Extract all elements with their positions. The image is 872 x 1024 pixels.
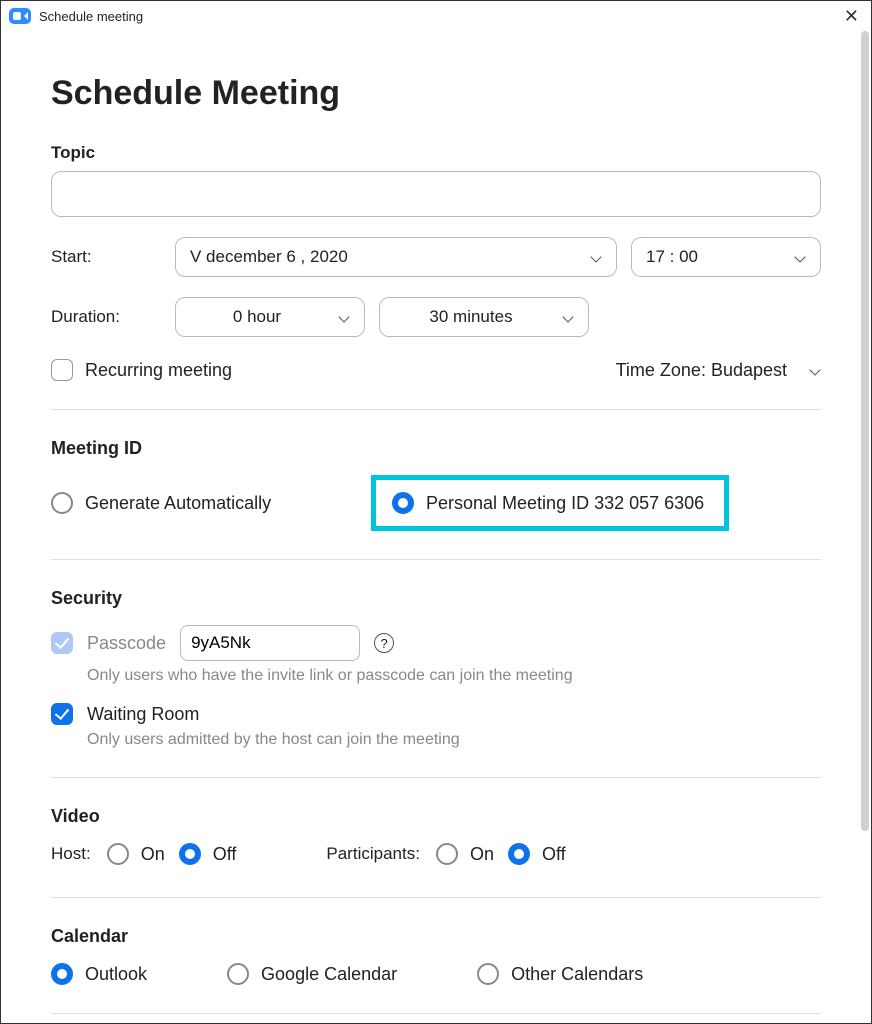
waiting-room-label: Waiting Room: [87, 704, 199, 725]
recurring-label: Recurring meeting: [85, 360, 232, 381]
recurring-meeting-checkbox[interactable]: Recurring meeting: [51, 359, 232, 381]
start-date-value: V december 6 , 2020: [190, 247, 348, 267]
duration-label: Duration:: [51, 307, 161, 327]
duration-minutes-value: 30 minutes: [394, 307, 548, 327]
generate-automatically-radio[interactable]: Generate Automatically: [51, 492, 351, 514]
page-title: Schedule Meeting: [51, 74, 821, 113]
start-date-select[interactable]: V december 6 , 2020: [175, 237, 617, 277]
personal-meeting-id-label: Personal Meeting ID 332 057 6306: [426, 493, 704, 514]
passcode-label: Passcode: [87, 633, 166, 654]
chevron-down-icon: [562, 311, 574, 323]
radio-selected-icon: [392, 492, 414, 514]
other-calendars-label: Other Calendars: [511, 964, 643, 985]
radio-unselected-icon: [436, 843, 458, 865]
generate-automatically-label: Generate Automatically: [85, 493, 271, 514]
calendar-heading: Calendar: [51, 926, 821, 947]
radio-selected-icon: [51, 963, 73, 985]
calendar-outlook-radio[interactable]: Outlook: [51, 963, 147, 985]
divider: [51, 777, 821, 778]
chevron-down-icon: [590, 251, 602, 263]
radio-selected-icon: [508, 843, 530, 865]
divider: [51, 559, 821, 560]
zoom-icon: [9, 8, 31, 24]
scrollbar[interactable]: [861, 31, 869, 831]
passcode-checkbox[interactable]: [51, 632, 73, 654]
divider: [51, 409, 821, 410]
chevron-down-icon: [794, 251, 806, 263]
radio-unselected-icon: [51, 492, 73, 514]
waiting-room-checkbox[interactable]: [51, 703, 73, 725]
meeting-id-heading: Meeting ID: [51, 438, 821, 459]
help-icon[interactable]: ?: [374, 633, 394, 653]
waiting-room-hint: Only users admitted by the host can join…: [87, 731, 821, 749]
google-calendar-label: Google Calendar: [261, 964, 397, 985]
personal-meeting-id-radio[interactable]: Personal Meeting ID 332 057 6306: [392, 492, 704, 514]
radio-unselected-icon: [477, 963, 499, 985]
calendar-other-radio[interactable]: Other Calendars: [477, 963, 643, 985]
personal-meeting-id-highlight: Personal Meeting ID 332 057 6306: [371, 475, 729, 531]
on-label: On: [470, 844, 494, 865]
timezone-select[interactable]: Time Zone: Budapest: [616, 360, 821, 381]
schedule-meeting-window: Schedule meeting ✕ Schedule Meeting Topi…: [0, 0, 872, 1024]
off-label: Off: [542, 844, 566, 865]
checkbox-unchecked-icon: [51, 359, 73, 381]
start-label: Start:: [51, 247, 161, 267]
participants-video-off-radio[interactable]: Off: [508, 843, 566, 865]
radio-unselected-icon: [107, 843, 129, 865]
host-video-label: Host:: [51, 844, 91, 864]
timezone-label: Time Zone: Budapest: [616, 360, 787, 381]
participants-video-label: Participants:: [326, 844, 420, 864]
chevron-down-icon: [809, 364, 821, 376]
duration-minutes-select[interactable]: 30 minutes: [379, 297, 589, 337]
off-label: Off: [213, 844, 237, 865]
topic-label: Topic: [51, 143, 821, 163]
host-video-off-radio[interactable]: Off: [179, 843, 237, 865]
host-video-on-radio[interactable]: On: [107, 843, 165, 865]
radio-selected-icon: [179, 843, 201, 865]
window-title: Schedule meeting: [39, 9, 143, 24]
outlook-label: Outlook: [85, 964, 147, 985]
close-icon[interactable]: ✕: [844, 7, 859, 25]
topic-input[interactable]: [51, 171, 821, 217]
calendar-google-radio[interactable]: Google Calendar: [227, 963, 397, 985]
video-heading: Video: [51, 806, 821, 827]
divider: [51, 1013, 821, 1014]
participants-video-on-radio[interactable]: On: [436, 843, 494, 865]
on-label: On: [141, 844, 165, 865]
start-time-select[interactable]: 17 : 00: [631, 237, 821, 277]
radio-unselected-icon: [227, 963, 249, 985]
divider: [51, 897, 821, 898]
chevron-down-icon: [338, 311, 350, 323]
passcode-hint: Only users who have the invite link or p…: [87, 667, 821, 685]
titlebar: Schedule meeting ✕: [1, 1, 871, 29]
start-time-value: 17 : 00: [646, 247, 698, 267]
duration-hours-select[interactable]: 0 hour: [175, 297, 365, 337]
duration-hours-value: 0 hour: [190, 307, 324, 327]
passcode-input[interactable]: [180, 625, 360, 661]
security-heading: Security: [51, 588, 821, 609]
